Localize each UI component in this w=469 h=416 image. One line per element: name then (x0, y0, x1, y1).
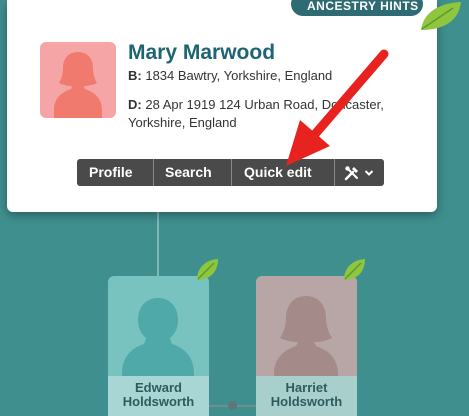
mother-name-plate: Harriet Holdsworth (256, 376, 357, 416)
profile-button[interactable]: Profile (77, 159, 154, 186)
male-silhouette-icon (122, 298, 194, 386)
person-name[interactable]: Mary Marwood (128, 41, 275, 65)
family-tree-canvas[interactable]: Edward Holdsworth Harriet Holdsworth ANC… (0, 0, 469, 416)
tree-connector-vertical (157, 212, 159, 286)
father-first-name: Edward (135, 380, 182, 395)
female-silhouette-icon (54, 52, 102, 118)
tree-card-mother[interactable]: Harriet Holdsworth (256, 276, 357, 416)
mother-first-name: Harriet (285, 380, 328, 395)
father-name-plate: Edward Holdsworth (108, 376, 209, 416)
mother-last-name: Holdsworth (270, 394, 343, 409)
death-label: D: (128, 97, 142, 112)
tree-card-father[interactable]: Edward Holdsworth (108, 276, 209, 416)
birth-label: B: (128, 68, 142, 83)
female-silhouette-icon (274, 296, 338, 386)
hint-leaf-icon[interactable] (194, 257, 220, 283)
avatar[interactable] (40, 42, 116, 118)
annotation-arrow-icon (286, 49, 389, 166)
ancestry-hints-badge[interactable]: ANCESTRY HINTS (291, 0, 423, 16)
chevron-down-icon (364, 169, 374, 176)
hint-leaf-icon[interactable] (341, 257, 367, 283)
father-last-name: Holdsworth (122, 394, 195, 409)
hints-leaf-icon[interactable] (417, 0, 463, 32)
marriage-node[interactable] (228, 401, 237, 410)
search-button[interactable]: Search (154, 159, 232, 186)
